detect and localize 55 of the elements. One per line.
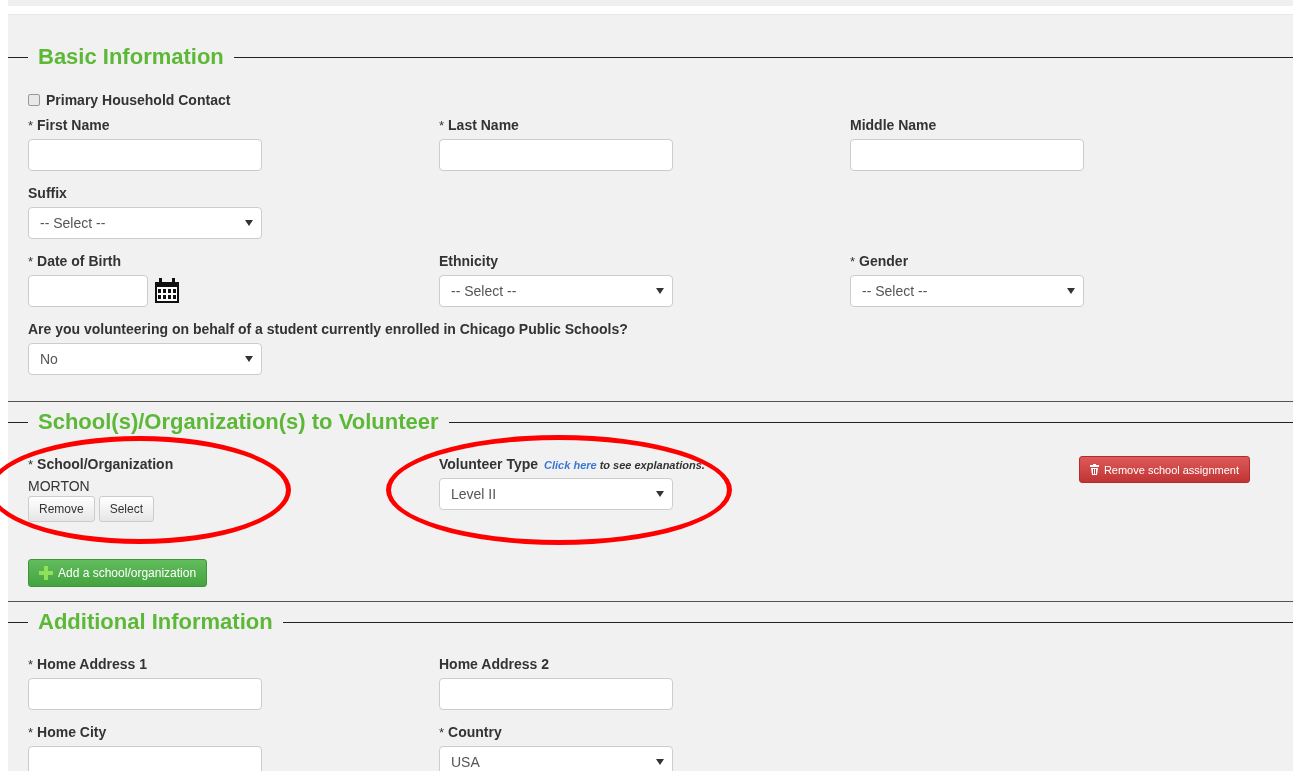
field-label: Home Address 2: [439, 656, 549, 672]
input-field[interactable]: [850, 139, 1084, 171]
remove-school-button[interactable]: Remove school assignment: [1078, 456, 1250, 483]
plus-icon: [39, 566, 53, 580]
dropdown-field[interactable]: Level II: [439, 478, 673, 510]
dropdown-field[interactable]: -- Select --: [850, 275, 1084, 307]
required-asterisk: *: [28, 254, 34, 269]
field-label: Suffix: [28, 185, 67, 201]
input-field[interactable]: [439, 139, 673, 171]
field-label: Last Name: [448, 117, 519, 133]
field-label: Volunteer Type: [439, 456, 539, 472]
school-button[interactable]: Remove: [28, 496, 95, 522]
field-label: Ethnicity: [439, 253, 499, 269]
input-field[interactable]: [28, 678, 262, 710]
dropdown-field[interactable]: -- Select --: [28, 207, 262, 239]
school-button[interactable]: Select: [98, 496, 155, 522]
required-asterisk: *: [28, 725, 34, 740]
field-label: Home Address 1: [37, 656, 148, 672]
checkbox[interactable]: [28, 94, 40, 106]
school-name: MORTON: [28, 478, 91, 494]
caret-icon: [245, 220, 253, 226]
field-label: First Name: [37, 117, 110, 133]
date-field[interactable]: [28, 275, 148, 307]
caret-icon: [1067, 288, 1075, 294]
section-title: Basic Information: [38, 44, 224, 70]
field-label: School/Organization: [37, 456, 174, 472]
section-title: School(s)/Organization(s) to Volunteer: [38, 409, 439, 435]
caret-icon: [656, 759, 664, 765]
field-label: Are you volunteering on behalf of a student currently enrolled in Chicago Public Schools?: [28, 321, 628, 337]
dropdown-field[interactable]: -- Select --: [439, 275, 673, 307]
required-asterisk: *: [439, 725, 445, 740]
hint-text: to see explanations.: [599, 459, 705, 471]
required-asterisk: *: [850, 254, 856, 269]
input-field[interactable]: [439, 678, 673, 710]
calendar-icon[interactable]: [154, 278, 180, 304]
dropdown-field[interactable]: No: [28, 343, 262, 375]
field-label: Middle Name: [850, 117, 937, 133]
required-asterisk: *: [28, 657, 34, 672]
checkbox-label: Primary Household Contact: [46, 92, 231, 108]
explanations-link[interactable]: Click here: [544, 459, 597, 471]
caret-icon: [245, 356, 253, 362]
dropdown-field[interactable]: USA: [439, 746, 673, 771]
required-asterisk: *: [28, 118, 34, 133]
field-label: Gender: [859, 253, 909, 269]
caret-icon: [656, 288, 664, 294]
section-title: Additional Information: [38, 609, 273, 635]
caret-icon: [656, 491, 664, 497]
required-asterisk: *: [439, 118, 445, 133]
field-label: Country: [448, 724, 502, 740]
input-field[interactable]: [28, 139, 262, 171]
input-field[interactable]: [28, 746, 262, 771]
trash-icon: [1089, 464, 1099, 475]
required-asterisk: *: [28, 457, 34, 472]
field-label: Date of Birth: [37, 253, 122, 269]
field-label: Home City: [37, 724, 107, 740]
